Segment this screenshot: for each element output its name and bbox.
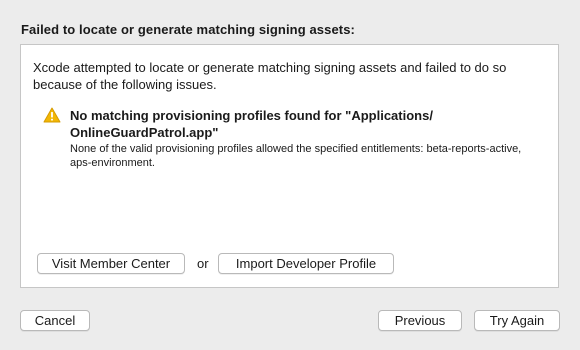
import-developer-profile-button[interactable]: Import Developer Profile — [218, 253, 394, 274]
try-again-button[interactable]: Try Again — [474, 310, 560, 331]
warning-icon — [43, 107, 61, 123]
issues-panel: Xcode attempted to locate or generate ma… — [20, 44, 559, 288]
dialog-description: Xcode attempted to locate or generate ma… — [33, 60, 507, 92]
issue-title: No matching provisioning profiles found … — [70, 108, 433, 140]
cancel-button[interactable]: Cancel — [20, 310, 90, 331]
visit-member-center-button[interactable]: Visit Member Center — [37, 253, 185, 274]
previous-button[interactable]: Previous — [378, 310, 462, 331]
dialog-title: Failed to locate or generate matching si… — [21, 22, 355, 37]
issue-detail: None of the valid provisioning profiles … — [70, 143, 522, 169]
or-label: or — [197, 256, 209, 271]
